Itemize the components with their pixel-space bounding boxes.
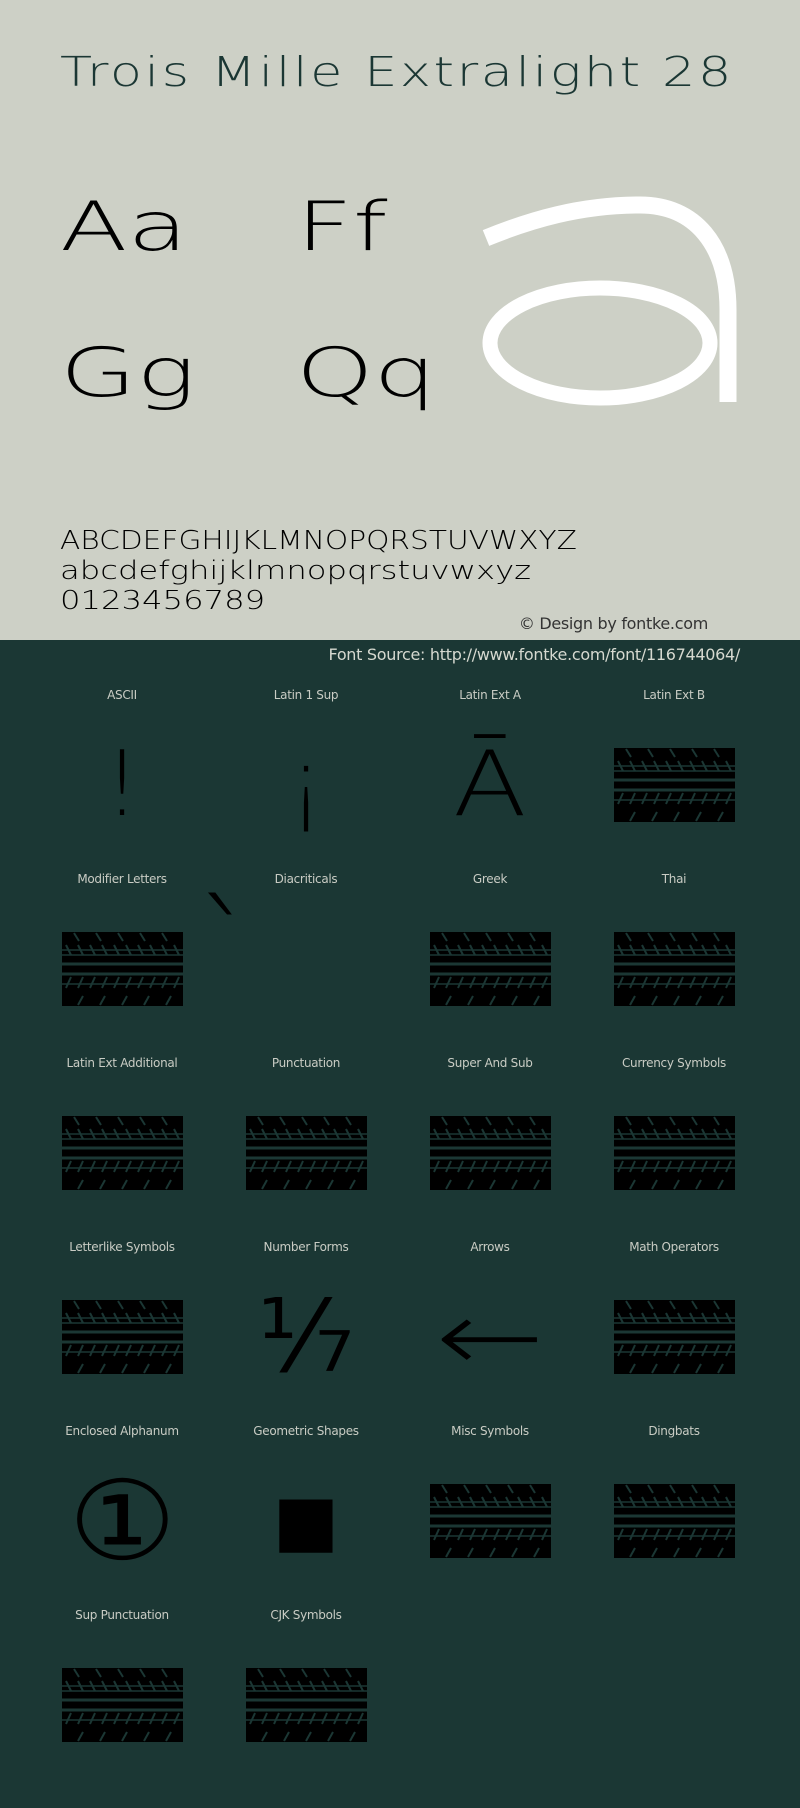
- font-title: Trois Mille Extralight 28: [60, 48, 734, 96]
- block-sample: [30, 1282, 214, 1392]
- block-sample: ←: [398, 1282, 582, 1392]
- font-source-link[interactable]: Font Source: http://www.fontke.com/font/…: [328, 645, 740, 664]
- block-label: Currency Symbols: [621, 1056, 727, 1070]
- block-label: Latin 1 Sup: [273, 688, 339, 702]
- block-cell-arrows: Arrows ←: [398, 1222, 582, 1406]
- block-sample: ˋ: [196, 889, 398, 1024]
- block-sample: [30, 1098, 214, 1208]
- block-sample: ¡: [214, 730, 398, 840]
- sample-glyph: ←: [435, 1278, 545, 1395]
- block-sample: [582, 914, 766, 1024]
- uppercase-set: ABCDEFGHIJKLMNOPQRSTUVWXYZ: [60, 526, 577, 556]
- design-credit: © Design by fontke.com: [518, 614, 708, 633]
- block-cell-dingbats: Dingbats: [582, 1406, 766, 1590]
- missing-glyph-placeholder: [613, 748, 735, 822]
- block-sample: [214, 1098, 398, 1208]
- sample-glyph: Ā: [453, 732, 527, 837]
- block-label: Math Operators: [629, 1240, 719, 1254]
- block-label: Latin Ext Additional: [66, 1056, 178, 1070]
- block-label: Latin Ext B: [643, 688, 705, 702]
- sample-glyph: ⅐: [257, 1278, 355, 1395]
- digit-set: 0123456789: [60, 586, 266, 616]
- sample-glyph: !: [103, 732, 141, 837]
- sample-pair-aa: Aa: [60, 188, 188, 267]
- block-label: CJK Symbols: [270, 1608, 342, 1622]
- lowercase-set: abcdefghijklmnopqrstuvwxyz: [60, 556, 532, 586]
- block-label: Latin Ext A: [459, 688, 521, 702]
- sample-pair-qq: Qq: [296, 334, 437, 413]
- missing-glyph-placeholder: [429, 1116, 551, 1190]
- sample-pair-gg: Gg: [60, 334, 196, 413]
- block-sample: [582, 1282, 766, 1392]
- block-sample: [398, 1098, 582, 1208]
- block-label: Thai: [661, 872, 687, 886]
- block-cell-latin-ext-a: Latin Ext A Ā: [398, 670, 582, 854]
- block-cell-geometric-shapes: Geometric Shapes ■: [214, 1406, 398, 1590]
- block-cell-latin-ext-additional: Latin Ext Additional: [30, 1038, 214, 1222]
- block-sample: Ā: [398, 730, 582, 840]
- missing-glyph-placeholder: [61, 932, 183, 1006]
- missing-glyph-placeholder: [613, 1484, 735, 1558]
- block-label: Number Forms: [263, 1240, 349, 1254]
- block-sample: [582, 1098, 766, 1208]
- block-label: Super And Sub: [447, 1056, 533, 1070]
- block-label: Punctuation: [271, 1056, 341, 1070]
- missing-glyph-placeholder: [429, 932, 551, 1006]
- block-cell-cjk-symbols: CJK Symbols: [214, 1590, 398, 1774]
- block-cell-enclosed-alphanum: Enclosed Alphanum ①: [30, 1406, 214, 1590]
- block-cell-modifier-letters: Modifier Letters: [30, 854, 214, 1038]
- missing-glyph-placeholder: [613, 932, 735, 1006]
- block-sample: [398, 914, 582, 1024]
- sample-glyph: ■: [272, 1457, 340, 1585]
- missing-glyph-placeholder: [245, 1668, 367, 1742]
- block-cell-latin-1-sup: Latin 1 Sup ¡: [214, 670, 398, 854]
- block-cell-diacriticals: Diacriticals ˋ: [196, 854, 398, 1038]
- block-label: Misc Symbols: [451, 1424, 529, 1438]
- sample-glyph: ˋ: [196, 879, 256, 1018]
- missing-glyph-placeholder: [61, 1116, 183, 1190]
- sample-pair-ff: Ff: [296, 188, 388, 267]
- block-label: Arrows: [470, 1240, 510, 1254]
- block-cell-punctuation: Punctuation: [214, 1038, 398, 1222]
- block-sample: ⅐: [214, 1282, 398, 1392]
- block-sample: [398, 1466, 582, 1576]
- block-cell-number-forms: Number Forms ⅐: [214, 1222, 398, 1406]
- block-label: Greek: [472, 872, 508, 886]
- block-cell-letterlike-symbols: Letterlike Symbols: [30, 1222, 214, 1406]
- block-cell-currency-symbols: Currency Symbols: [582, 1038, 766, 1222]
- block-label: ASCII: [107, 688, 137, 702]
- block-cell-thai: Thai: [582, 854, 766, 1038]
- block-sample: [30, 1650, 214, 1760]
- block-cell-greek: Greek: [398, 854, 582, 1038]
- block-label: Geometric Shapes: [253, 1424, 359, 1438]
- block-sample: [214, 1650, 398, 1760]
- block-cell-sup-punctuation: Sup Punctuation: [30, 1590, 214, 1774]
- block-label: Modifier Letters: [77, 872, 167, 886]
- block-label: Letterlike Symbols: [69, 1240, 175, 1254]
- block-cell-ascii: ASCII!: [30, 670, 214, 854]
- missing-glyph-placeholder: [613, 1300, 735, 1374]
- missing-glyph-placeholder: [245, 1116, 367, 1190]
- block-cell-super-and-sub: Super And Sub: [398, 1038, 582, 1222]
- block-cell-math-operators: Math Operators: [582, 1222, 766, 1406]
- sample-glyph: ¡: [287, 732, 325, 837]
- block-sample: ■: [214, 1466, 398, 1576]
- block-label: Dingbats: [648, 1424, 700, 1438]
- missing-glyph-placeholder: [429, 1484, 551, 1558]
- block-cell-misc-symbols: Misc Symbols: [398, 1406, 582, 1590]
- block-sample: !: [30, 730, 214, 840]
- sample-glyph: ①: [67, 1457, 177, 1585]
- specimen-header: Trois Mille Extralight 28 Aa Ff Gg Qq AB…: [0, 0, 800, 640]
- block-sample: [582, 1466, 766, 1576]
- hero-glyph-a: [482, 196, 737, 406]
- missing-glyph-placeholder: [61, 1668, 183, 1742]
- block-label: Sup Punctuation: [75, 1608, 169, 1622]
- block-sample: ①: [30, 1466, 214, 1576]
- block-sample: [30, 914, 214, 1024]
- missing-glyph-placeholder: [61, 1300, 183, 1374]
- missing-glyph-placeholder: [613, 1116, 735, 1190]
- block-sample: [582, 730, 766, 840]
- block-label: Enclosed Alphanum: [65, 1424, 179, 1438]
- block-cell-latin-ext-b: Latin Ext B: [582, 670, 766, 854]
